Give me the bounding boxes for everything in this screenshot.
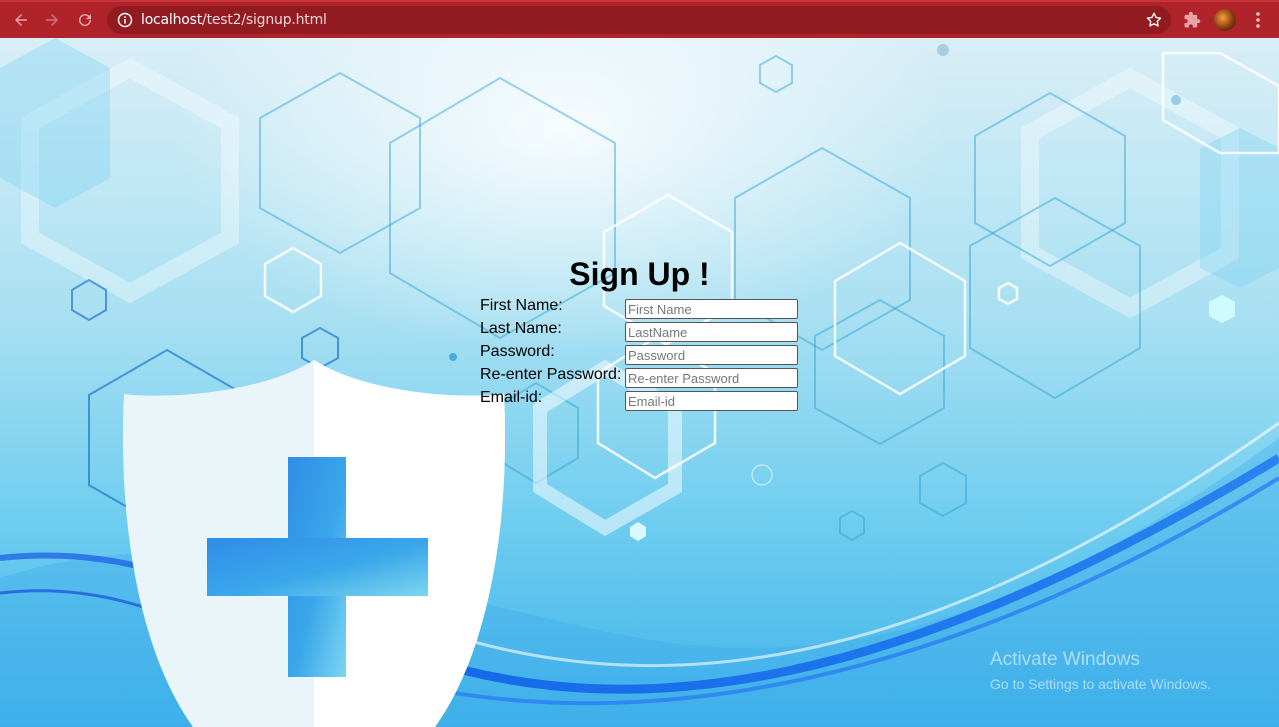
reenter-password-label: Re-enter Password: [480,366,622,383]
email-input[interactable] [625,391,798,411]
activation-watermark: Activate Windows Go to Settings to activ… [990,649,1211,692]
back-arrow-icon[interactable] [9,8,33,32]
browser-toolbar: localhost/test2/signup.html [0,0,1279,38]
address-bar[interactable]: localhost/test2/signup.html [107,6,1171,34]
star-icon[interactable] [1145,11,1163,29]
password-input[interactable] [625,345,798,365]
url-path: /test2/signup.html [202,12,327,28]
forward-arrow-icon[interactable] [40,8,64,32]
watermark-title: Activate Windows [990,649,1140,670]
avatar[interactable] [1214,9,1236,31]
shield-cross-icon [122,360,506,727]
last-name-input[interactable] [625,322,798,342]
watermark-subtitle: Go to Settings to activate Windows. [990,676,1211,692]
page-title: Sign Up ! [569,256,710,292]
last-name-label: Last Name: [480,320,562,337]
email-label: Email-id: [480,389,543,406]
reenter-password-input[interactable] [625,368,798,388]
first-name-input[interactable] [625,299,798,319]
first-name-label: First Name: [480,297,563,314]
reload-icon[interactable] [73,8,97,32]
url-host: localhost [141,12,203,28]
puzzle-icon[interactable] [1183,11,1201,29]
more-vertical-icon[interactable] [1250,11,1266,29]
url-text: localhost/test2/signup.html [141,12,327,28]
info-icon[interactable] [117,12,133,28]
password-label: Password: [480,343,555,360]
signup-page: Sign Up ! First Name: Last Name: Passwor… [0,38,1279,727]
